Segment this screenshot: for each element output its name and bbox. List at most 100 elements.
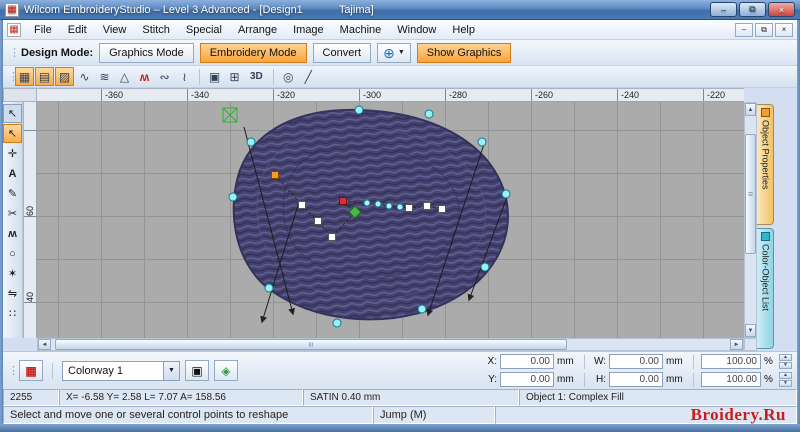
mirror-tool[interactable]: ⇋ (3, 284, 22, 303)
measure-tool[interactable]: ✛ (3, 144, 22, 163)
mdi-restore-button[interactable]: ⧉ (755, 22, 773, 37)
toolbar-grip-icon[interactable]: ⋮ (9, 46, 20, 59)
restore-button[interactable]: ⧉ (739, 2, 766, 17)
scale-x-stepper[interactable]: ▲ ▼ (779, 354, 792, 369)
spin-down-icon[interactable]: ▼ (779, 380, 792, 387)
control-point[interactable] (423, 202, 431, 210)
measure-icon[interactable]: ╱ (299, 67, 318, 86)
vertical-scroll-track[interactable]: ≡ (745, 116, 756, 324)
outline-handle[interactable] (354, 105, 364, 115)
grid-tool[interactable]: ∷ (3, 304, 22, 323)
select-tool[interactable]: ↖ (3, 104, 22, 123)
run-stitch-icon[interactable]: ∿ (75, 67, 94, 86)
zigzag-stitch-icon[interactable]: ʍ (135, 67, 154, 86)
scroll-down-icon[interactable]: ▼ (745, 324, 756, 337)
tab-object-properties[interactable]: Object Properties (757, 104, 774, 225)
outline-handle[interactable] (477, 137, 487, 147)
menu-item[interactable]: Edit (60, 22, 95, 38)
horizontal-scroll-thumb[interactable]: ≡ (55, 339, 567, 350)
outline-handle[interactable] (246, 137, 256, 147)
ellipse-tool[interactable]: ○ (3, 244, 22, 263)
outline-handle[interactable] (332, 318, 342, 328)
menu-item[interactable]: Machine (332, 22, 390, 38)
menu-item[interactable]: File (26, 22, 60, 38)
spin-down-icon[interactable]: ▼ (779, 362, 792, 369)
toolbar-grip-icon[interactable]: ⋮ (8, 364, 19, 377)
scale-y-field[interactable] (701, 372, 761, 387)
colorway-select[interactable]: Colorway 1 ▼ (62, 360, 180, 381)
colorway-editor-button[interactable]: ▣ (185, 360, 209, 381)
hoop-globe-button[interactable]: ⊕ ▼ (377, 42, 411, 63)
menu-item[interactable]: View (95, 22, 135, 38)
start-control-point[interactable] (271, 171, 279, 179)
hoop-icon[interactable]: ◎ (279, 67, 298, 86)
spin-up-icon[interactable]: ▲ (779, 354, 792, 361)
reshape-tool[interactable]: ↖ (3, 124, 22, 143)
3d-view-button[interactable]: 3D (245, 68, 268, 85)
menu-item[interactable]: Image (285, 22, 332, 38)
mdi-close-button[interactable]: × (775, 22, 793, 37)
scale-y-stepper[interactable]: ▲ ▼ (779, 372, 792, 387)
satin-fill-icon[interactable]: ▤ (35, 67, 54, 86)
x-field[interactable] (500, 354, 554, 369)
y-field[interactable] (500, 372, 554, 387)
grid-toggle-icon[interactable]: ⊞ (225, 67, 244, 86)
knife-tool[interactable]: ✂ (3, 204, 22, 223)
tatami-fill-icon[interactable]: ▦ (15, 67, 34, 86)
stitch-list-button[interactable]: ▦ (19, 360, 43, 381)
width-field[interactable] (609, 354, 663, 369)
outline-handle[interactable] (480, 262, 490, 272)
outline-handle[interactable] (228, 192, 238, 202)
control-point[interactable] (438, 205, 446, 213)
manual-stitch-icon[interactable]: △ (115, 67, 134, 86)
outline-handle[interactable] (417, 304, 427, 314)
backstitch-icon[interactable]: ∾ (155, 67, 174, 86)
curve-control-point[interactable] (374, 200, 382, 208)
embroidery-object[interactable] (232, 108, 509, 321)
star-tool[interactable]: ✶ (3, 264, 22, 283)
scroll-up-icon[interactable]: ▲ (745, 103, 756, 116)
embroidery-mode-button[interactable]: Embroidery Mode (199, 42, 307, 63)
outline-handle[interactable] (501, 189, 511, 199)
horizontal-scrollbar[interactable]: ◄ ≡ ► (37, 338, 744, 351)
tab-color-object-list[interactable]: Color-Object List (757, 228, 774, 349)
height-field[interactable] (609, 372, 663, 387)
selected-control-point[interactable] (339, 197, 347, 205)
mdi-minimize-button[interactable]: – (735, 22, 753, 37)
curve-control-point[interactable] (396, 203, 404, 211)
vertical-scroll-thumb[interactable]: ≡ (745, 134, 756, 254)
menu-item[interactable]: Help (444, 22, 483, 38)
show-graphics-button[interactable]: Show Graphics (416, 42, 512, 63)
curve-control-point[interactable] (363, 199, 371, 207)
graphics-mode-button[interactable]: Graphics Mode (99, 42, 194, 63)
horizontal-scroll-track[interactable]: ≡ (51, 339, 730, 350)
outline-handle[interactable] (264, 283, 274, 293)
menu-item[interactable]: Arrange (230, 22, 285, 38)
minimize-button[interactable]: – (710, 2, 737, 17)
curve-control-point[interactable] (385, 202, 393, 210)
chevron-down-icon[interactable]: ▼ (163, 361, 179, 380)
menu-item[interactable]: Window (389, 22, 444, 38)
triple-run-icon[interactable]: ≋ (95, 67, 114, 86)
zigzag-tool[interactable]: ʍ (3, 224, 22, 243)
toolbar-grip-icon[interactable]: ⋮ (8, 70, 19, 83)
scale-x-field[interactable] (701, 354, 761, 369)
lettering-tool[interactable]: A (3, 164, 22, 183)
control-point[interactable] (328, 233, 336, 241)
control-point[interactable] (298, 201, 306, 209)
outline-handle[interactable] (424, 109, 434, 119)
stem-stitch-icon[interactable]: ≀ (175, 67, 194, 86)
motif-fill-icon[interactable]: ▨ (55, 67, 74, 86)
close-button[interactable]: × (768, 2, 795, 17)
digitize-run-tool[interactable]: ✎ (3, 184, 22, 203)
thread-colors-button[interactable]: ◈ (214, 360, 238, 381)
control-point[interactable] (314, 217, 322, 225)
overview-window-icon[interactable]: ▣ (205, 67, 224, 86)
spin-up-icon[interactable]: ▲ (779, 372, 792, 379)
convert-button[interactable]: Convert (312, 42, 372, 63)
entry-point-marker[interactable] (222, 107, 238, 123)
menu-item[interactable]: Special (178, 22, 230, 38)
vertical-scrollbar[interactable]: ▲ ≡ ▼ (744, 102, 757, 338)
design-canvas[interactable] (37, 102, 744, 338)
scroll-right-icon[interactable]: ► (730, 339, 743, 350)
